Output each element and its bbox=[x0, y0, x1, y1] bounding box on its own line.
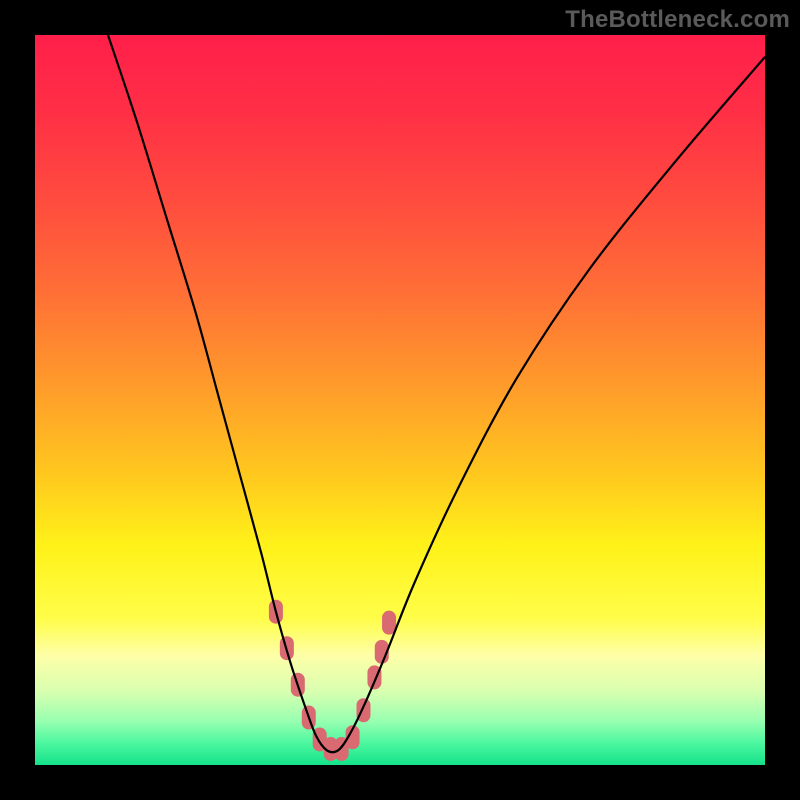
watermark-text: TheBottleneck.com bbox=[565, 6, 790, 34]
curve-layer bbox=[35, 35, 765, 765]
chart-frame: TheBottleneck.com bbox=[0, 0, 800, 800]
bottleneck-curve bbox=[108, 35, 765, 752]
plot-area bbox=[35, 35, 765, 765]
markers-group bbox=[269, 600, 396, 761]
